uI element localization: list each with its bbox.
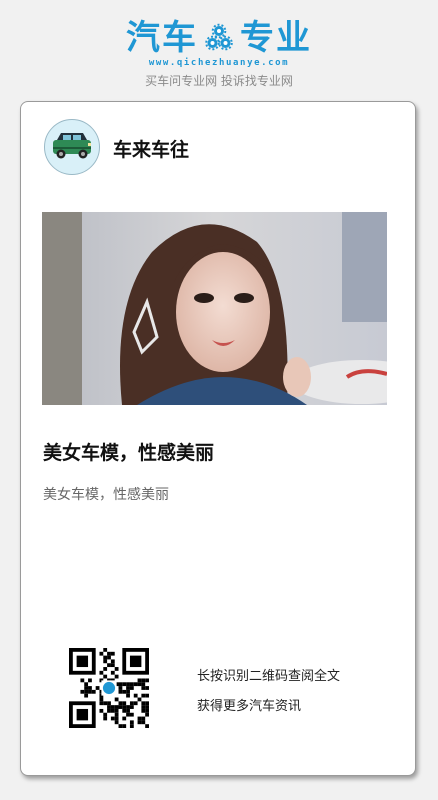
green-car-icon: [53, 133, 91, 159]
article-cover-image[interactable]: [42, 212, 387, 405]
brand-logo: 汽车 专业: [0, 18, 438, 58]
gear-icon: [205, 23, 233, 51]
article-summary: 美女车模，性感美丽: [43, 487, 169, 503]
qr-code[interactable]: [69, 648, 149, 728]
site-url: www.qichezhuanye.com: [148, 58, 290, 68]
author-name: 车来车往: [113, 139, 190, 161]
model-portrait-photo: [42, 212, 387, 405]
site-tagline: 买车问专业网 投诉找专业网: [145, 74, 293, 88]
article-title: 美女车模，性感美丽: [43, 442, 215, 464]
qr-hint-line2: 获得更多汽车资讯: [197, 699, 302, 714]
share-card: 车来车往 美女车模，性感美丽 美女车模，性感美丽 长按识别二维码查阅全文 获得更…: [20, 101, 416, 776]
logo-text-part2: 专业: [240, 18, 312, 58]
site-header: 汽车 专业 www.qichezhuanye.com 买车问专业网 投诉找专业网: [0, 0, 438, 96]
qr-code-icon: [69, 648, 149, 728]
qr-hint-line1: 长按识别二维码查阅全文: [197, 669, 341, 684]
author-avatar: [44, 119, 100, 175]
logo-text-part1: 汽车: [126, 18, 198, 58]
